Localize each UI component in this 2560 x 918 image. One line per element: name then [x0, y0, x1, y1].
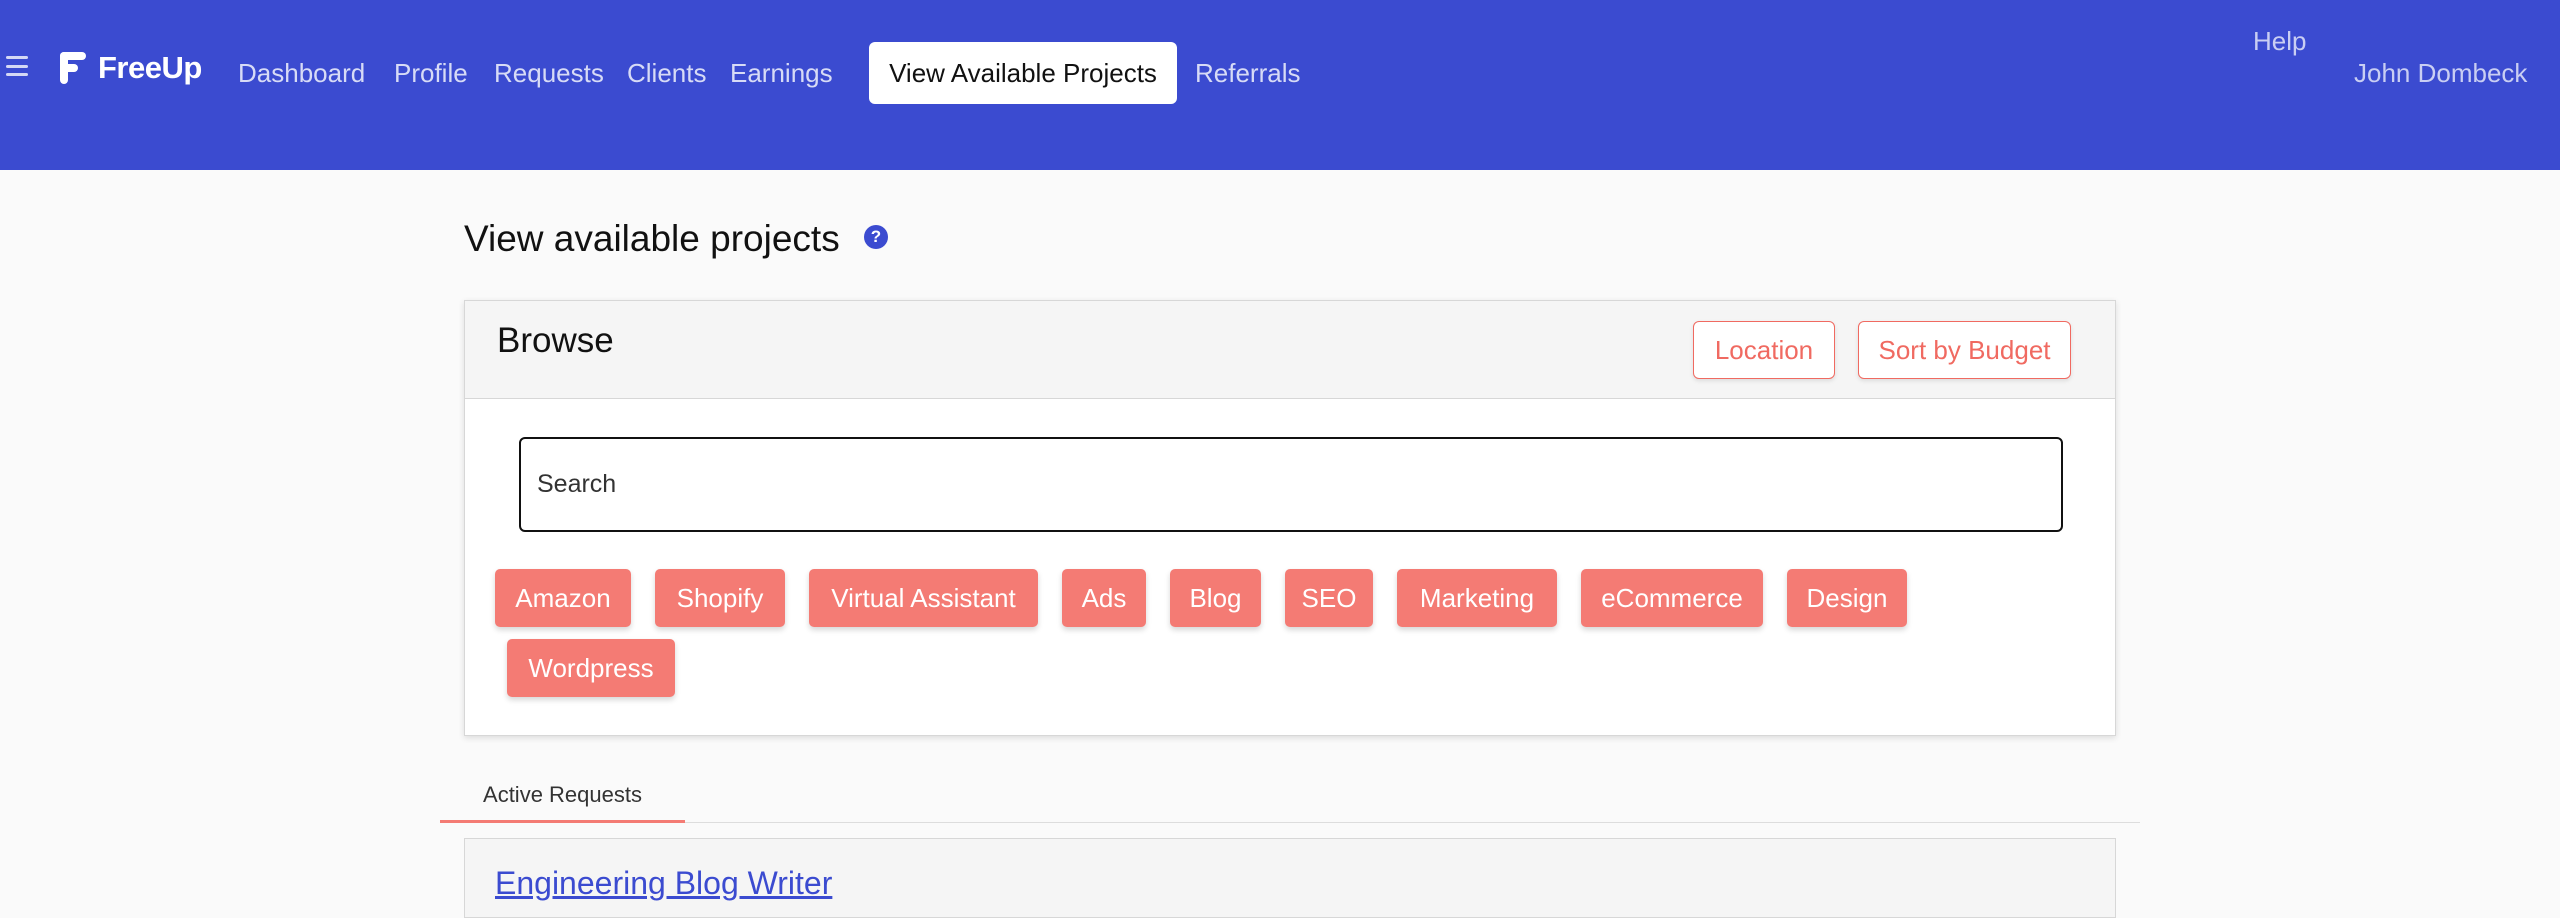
tag-blog[interactable]: Blog — [1170, 569, 1261, 627]
browse-card: Browse Location Sort by Budget Amazon Sh… — [464, 300, 2116, 736]
request-title-link[interactable]: Engineering Blog Writer — [495, 865, 832, 902]
tag-ecommerce[interactable]: eCommerce — [1581, 569, 1763, 627]
nav-clients[interactable]: Clients — [627, 58, 706, 89]
hamburger-menu-icon[interactable] — [6, 56, 28, 76]
search-input[interactable] — [519, 437, 2063, 532]
top-navigation-bar: FreeUp Dashboard Profile Requests Client… — [0, 0, 2560, 170]
tag-shopify[interactable]: Shopify — [655, 569, 785, 627]
logo-text: FreeUp — [98, 50, 202, 85]
tag-seo[interactable]: SEO — [1285, 569, 1373, 627]
user-menu[interactable]: John Dombeck — [2354, 58, 2527, 89]
help-link[interactable]: Help — [2253, 26, 2306, 57]
browse-title: Browse — [497, 321, 614, 360]
tag-ads[interactable]: Ads — [1062, 569, 1146, 627]
request-card: Engineering Blog Writer — [464, 838, 2116, 918]
nav-requests[interactable]: Requests — [494, 58, 604, 89]
tabs-divider — [440, 822, 2140, 823]
page-title: View available projects — [464, 218, 840, 259]
sort-by-budget-button[interactable]: Sort by Budget — [1858, 321, 2071, 379]
tag-virtual-assistant[interactable]: Virtual Assistant — [809, 569, 1038, 627]
browse-header: Browse Location Sort by Budget — [465, 301, 2115, 399]
tag-design[interactable]: Design — [1787, 569, 1907, 627]
tag-marketing[interactable]: Marketing — [1397, 569, 1557, 627]
nav-view-available-projects[interactable]: View Available Projects — [869, 42, 1177, 104]
nav-earnings[interactable]: Earnings — [730, 58, 833, 89]
nav-dashboard[interactable]: Dashboard — [238, 58, 365, 89]
nav-profile[interactable]: Profile — [394, 58, 468, 89]
logo[interactable]: FreeUp — [58, 48, 202, 88]
tab-active-requests[interactable]: Active Requests — [440, 770, 685, 823]
tag-amazon[interactable]: Amazon — [495, 569, 631, 627]
freeup-logo-icon — [60, 52, 86, 84]
question-circle-icon[interactable]: ? — [864, 225, 888, 249]
location-button[interactable]: Location — [1693, 321, 1835, 379]
nav-referrals[interactable]: Referrals — [1195, 58, 1300, 89]
tag-wordpress[interactable]: Wordpress — [507, 639, 675, 697]
